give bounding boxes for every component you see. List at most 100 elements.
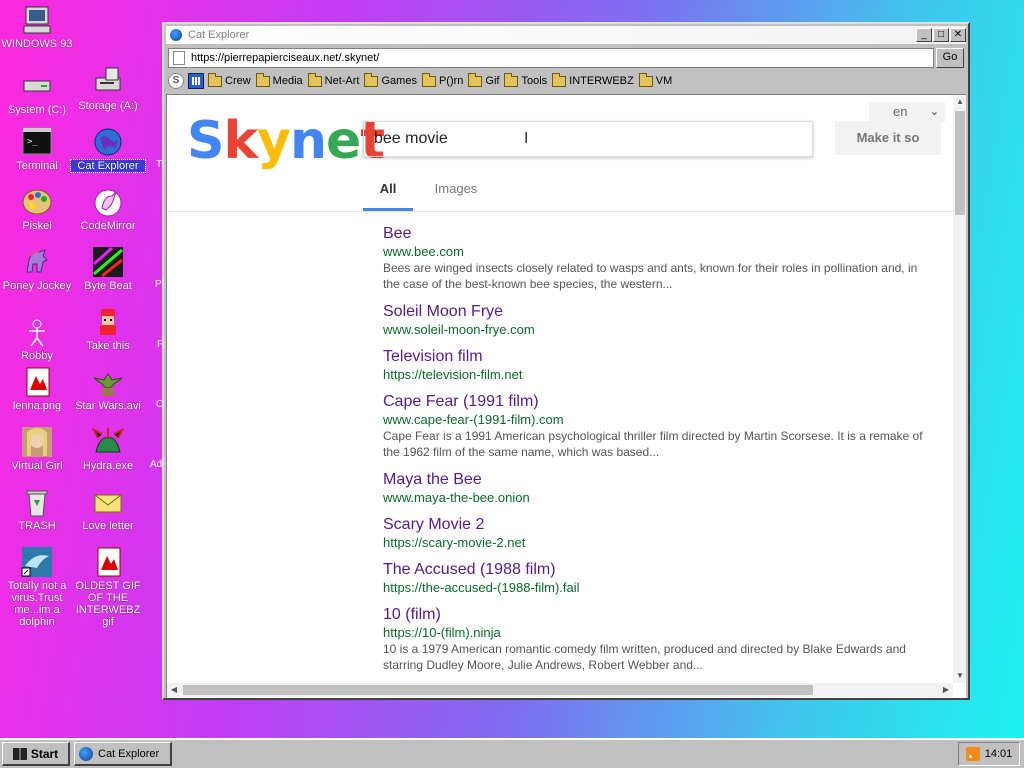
result-title-link[interactable]: Bee <box>383 225 931 243</box>
desktop-icon-lenna-png[interactable]: lenna.png <box>0 366 74 412</box>
desktop-icon-label: Storage (A:) <box>78 100 138 112</box>
horizontal-scroll-thumb[interactable] <box>183 685 813 695</box>
folder-icon <box>468 72 483 87</box>
taskbar-item-cat-explorer[interactable]: Cat Explorer <box>74 742 172 766</box>
bookmark-gif[interactable]: Gif <box>468 72 500 87</box>
result-title-link[interactable]: Television film <box>383 348 931 366</box>
chevron-down-icon: ⌄ <box>929 106 939 118</box>
result-title-link[interactable]: Maya the Bee <box>383 471 931 489</box>
result-title-link[interactable]: Soleil Moon Frye <box>383 303 931 321</box>
desktop-icon-star-wars[interactable]: Star Wars.avi <box>71 366 145 412</box>
search-result: Soleil Moon Frye www.soleil-moon-frye.co… <box>383 303 931 337</box>
desktop-icon-dolphin[interactable]: Totally not a virus.Trust me...im a dolp… <box>0 546 74 628</box>
folder-icon <box>552 72 567 87</box>
desktop-icon-label: Take this <box>86 340 130 352</box>
desktop-icon-label: Virtual Girl <box>11 460 63 472</box>
desktop-icon-codemirror[interactable]: CodeMirror <box>71 186 145 232</box>
rss-icon[interactable] <box>965 747 980 761</box>
scroll-up-arrow-icon[interactable]: ▲ <box>953 95 966 109</box>
result-url: https://10-(film).ninja <box>383 625 501 640</box>
search-result: Television film https://television-film.… <box>383 348 931 382</box>
logo-letter: S <box>187 111 224 171</box>
address-bar: https://pierrepapierciseaux.net/.skynet/… <box>166 46 966 70</box>
bookmark-net-art[interactable]: Net-Art <box>307 72 359 87</box>
desktop-icon-virtual-girl[interactable]: Virtual Girl <box>0 426 74 472</box>
bookmarks-bar: S Crew Media Net-Art Games P()rn Gif Too… <box>166 71 966 91</box>
page-viewport: Skynet bee movie I Make it so en ⌄ All I… <box>166 94 966 698</box>
desktop-icon-hydra[interactable]: Hydra.exe <box>71 426 145 472</box>
tabs-divider <box>167 211 953 212</box>
desktop-icon-byte-beat[interactable]: Byte Beat <box>71 246 145 292</box>
folder-icon <box>364 72 379 87</box>
bookmark-label: Tools <box>521 75 548 87</box>
system-tray: 14:01 <box>958 742 1020 766</box>
result-description: Cape Fear is a 1991 American psychologic… <box>383 429 923 459</box>
window-titlebar[interactable]: Cat Explorer _ □ ✕ <box>166 26 966 44</box>
skynet-logo[interactable]: Skynet <box>187 111 385 171</box>
desktop-icon-take-this[interactable]: Take this <box>71 306 145 352</box>
svg-text:>_: >_ <box>27 137 38 147</box>
vertical-scroll-thumb[interactable] <box>955 111 965 215</box>
search-result: Bee www.bee.com Bees are winged insects … <box>383 225 931 292</box>
desktop-icon-piskel[interactable]: Piskel <box>0 186 74 232</box>
desktop-icon-oldest-gif[interactable]: OLDEST GIF OF THE INTERWEBZ gif <box>71 546 145 628</box>
desktop-icon-cat-explorer[interactable]: Cat Explorer <box>70 126 146 173</box>
desktop-icon-label: WINDOWS 93 <box>1 38 73 50</box>
result-title-link[interactable]: The Accused (1988 film) <box>383 561 931 579</box>
close-button[interactable]: ✕ <box>950 28 966 42</box>
go-button[interactable]: Go <box>936 48 964 68</box>
start-button[interactable]: Start <box>2 742 70 766</box>
result-url: www.cape-fear-(1991-film).com <box>383 412 564 427</box>
vertical-scrollbar[interactable]: ▲ ▼ <box>953 95 966 683</box>
desktop-icon-label: Terminal <box>16 160 58 172</box>
search-result: The Accused (1988 film) https://the-accu… <box>383 561 931 595</box>
floppy-drive-icon <box>92 66 124 98</box>
hard-drive-icon <box>21 70 53 102</box>
maximize-button[interactable]: □ <box>933 28 949 42</box>
apps-grid-icon[interactable] <box>188 73 204 89</box>
skynet-bookmark-icon[interactable]: S <box>168 73 184 89</box>
scroll-left-arrow-icon[interactable]: ◀ <box>167 683 181 697</box>
bookmark-games[interactable]: Games <box>364 72 417 87</box>
bookmark-label: Gif <box>485 75 500 87</box>
search-result: Maya the Bee www.maya-the-bee.onion <box>383 471 931 505</box>
desktop-icon-robby[interactable]: Robby <box>0 316 74 362</box>
language-select[interactable]: en ⌄ <box>869 102 945 122</box>
desktop-icon-trash[interactable]: TRASH <box>0 486 74 532</box>
result-title-link[interactable]: Scary Movie 2 <box>383 516 931 534</box>
desktop-icon-label: TRASH <box>18 520 56 532</box>
desktop-icon-windows93[interactable]: WINDOWS 93 <box>0 4 74 50</box>
logo-letter: n <box>289 111 327 171</box>
globe-icon <box>92 126 124 158</box>
desktop-icon-storage-a[interactable]: Storage (A:) <box>71 66 145 112</box>
minimize-button[interactable]: _ <box>916 28 932 42</box>
tab-images[interactable]: Images <box>431 175 481 211</box>
desktop-icon-poney-jockey[interactable]: Poney Jockey <box>0 246 74 292</box>
desktop-icon-love-letter[interactable]: Love letter <box>71 486 145 532</box>
desktop-icon-label: Piskel <box>22 220 52 232</box>
bookmark-media[interactable]: Media <box>255 72 303 87</box>
desktop-icon-system-c[interactable]: System (C:) <box>0 70 74 116</box>
bookmark-label: P()rn <box>438 75 464 87</box>
address-input[interactable]: https://pierrepapierciseaux.net/.skynet/ <box>168 48 934 68</box>
result-title-link[interactable]: Cape Fear (1991 film) <box>383 393 931 411</box>
bookmark-crew[interactable]: Crew <box>208 72 251 87</box>
result-url: https://the-accused-(1988-film).fail <box>383 580 580 595</box>
horizontal-scrollbar[interactable]: ◀ ▶ <box>167 683 953 697</box>
bookmark-tools[interactable]: Tools <box>504 72 548 87</box>
search-input[interactable]: bee movie I <box>363 121 813 157</box>
bookmark-vm[interactable]: VM <box>638 72 672 87</box>
desktop-icon-terminal[interactable]: >_ Terminal <box>0 126 74 172</box>
scroll-down-arrow-icon[interactable]: ▼ <box>953 669 966 683</box>
tab-all[interactable]: All <box>363 175 413 211</box>
cat-explorer-window: Cat Explorer _ □ ✕ https://pierrepapierc… <box>162 22 970 700</box>
folder-icon <box>504 72 519 87</box>
bookmark-interwebz[interactable]: INTERWEBZ <box>552 72 634 87</box>
make-it-so-button[interactable]: Make it so <box>835 121 941 155</box>
bookmark-porn[interactable]: P()rn <box>421 72 464 87</box>
result-url: www.soleil-moon-frye.com <box>383 322 535 337</box>
logo-letter: k <box>223 111 258 171</box>
bookmark-label: Media <box>272 75 303 87</box>
result-title-link[interactable]: 10 (film) <box>383 606 931 624</box>
scroll-right-arrow-icon[interactable]: ▶ <box>939 683 953 697</box>
